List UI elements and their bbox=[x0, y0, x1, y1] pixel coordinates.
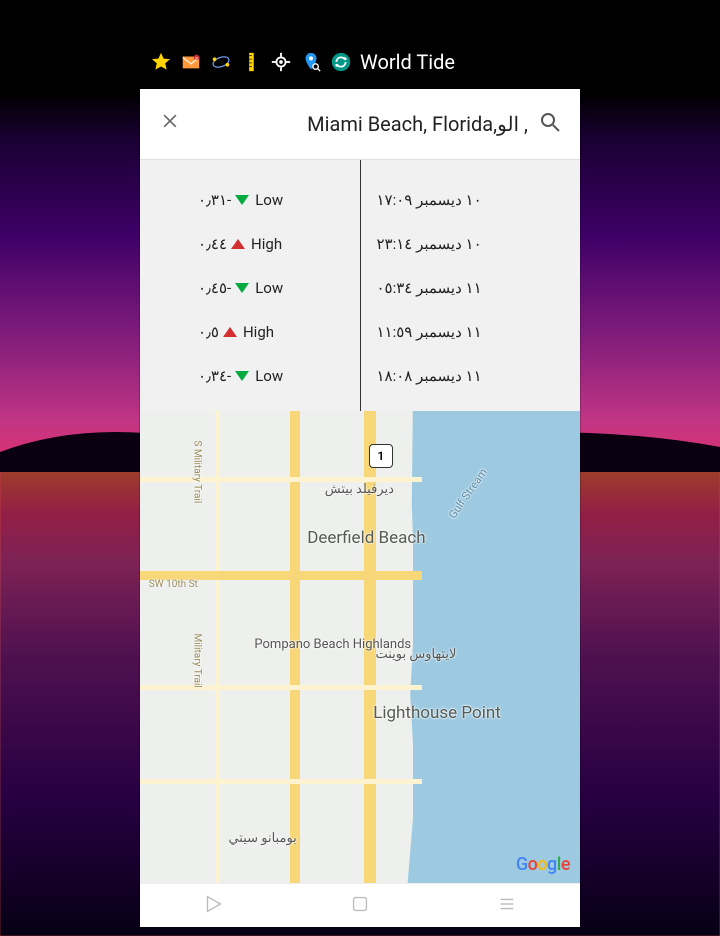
tide-row: ٠٫٤٤ High bbox=[140, 222, 360, 266]
route-shield: 1 bbox=[369, 444, 393, 468]
mail-icon[interactable]: @ bbox=[178, 49, 204, 75]
android-nav-bar bbox=[140, 883, 580, 927]
orbit-icon[interactable] bbox=[208, 49, 234, 75]
tide-label: Low bbox=[255, 191, 283, 209]
back-button[interactable] bbox=[202, 893, 224, 919]
tide-row: ٠٫٥ High bbox=[140, 310, 360, 354]
sync-icon[interactable] bbox=[328, 49, 354, 75]
tide-time: ١١ ديسمبر ١١:٥٩ bbox=[361, 310, 581, 354]
status-bar: @ World Tide bbox=[140, 35, 580, 89]
tide-times-column: ١٠ ديسمبر ١٧:٠٩ ١٠ ديسمبر ٢٣:١٤ ١١ ديسمب… bbox=[361, 160, 581, 411]
tide-value: ٠٫٣١- bbox=[198, 191, 231, 209]
tide-label: High bbox=[243, 323, 274, 341]
map-label: SW 10th St bbox=[149, 579, 198, 590]
triangle-down-icon bbox=[235, 371, 249, 381]
tide-time: ١٠ ديسمبر ٢٣:١٤ bbox=[361, 222, 581, 266]
close-icon[interactable] bbox=[154, 111, 186, 137]
triangle-up-icon bbox=[223, 327, 237, 337]
tide-values-column: ٠٫٣١- Low ٠٫٤٤ High ٠٫٤٥- Low ٠٫٥ High ٠… bbox=[140, 160, 361, 411]
home-button[interactable] bbox=[349, 893, 371, 919]
map-label: Lighthouse Point bbox=[373, 704, 463, 723]
map-label: S Military Trail bbox=[192, 440, 203, 503]
map-label: لايتهاوس بوينت bbox=[386, 647, 456, 663]
device-frame: @ World Tide , الو,Miami Beach, Florida bbox=[140, 35, 580, 927]
tide-time: ١٠ ديسمبر ١٧:٠٩ bbox=[361, 178, 581, 222]
tide-value: ٠٫٤٤ bbox=[198, 235, 227, 253]
star-icon[interactable] bbox=[148, 49, 174, 75]
tide-label: Low bbox=[255, 367, 283, 385]
gps-target-icon[interactable] bbox=[268, 49, 294, 75]
app-title: World Tide bbox=[360, 50, 455, 74]
tide-time: ١١ ديسمبر ٠٥:٣٤ bbox=[361, 266, 581, 310]
map-label: بومبانو سيتي bbox=[237, 831, 297, 847]
tide-value: ٠٫٣٤- bbox=[198, 367, 231, 385]
tide-table: ٠٫٣١- Low ٠٫٤٤ High ٠٫٤٥- Low ٠٫٥ High ٠… bbox=[140, 159, 580, 411]
map-label: Military Trail bbox=[192, 634, 203, 688]
search-bar: , الو,Miami Beach, Florida bbox=[140, 89, 580, 159]
tide-row: ٠٫٣٤- Low bbox=[140, 354, 360, 398]
recents-button[interactable] bbox=[496, 893, 518, 919]
google-attribution: Google bbox=[516, 854, 570, 875]
map-view[interactable]: 1 ديرفيلد بيتش Deerfield Beach Pompano B… bbox=[140, 411, 580, 883]
triangle-down-icon bbox=[235, 195, 249, 205]
tide-row: ٠٫٣١- Low bbox=[140, 178, 360, 222]
tide-label: High bbox=[251, 235, 282, 253]
location-input[interactable]: , الو,Miami Beach, Florida bbox=[192, 112, 528, 136]
map-label: ديرفيلد بيتش bbox=[325, 482, 394, 497]
tide-time: ١١ ديسمبر ١٨:٠٨ bbox=[361, 354, 581, 398]
location-search-icon[interactable] bbox=[298, 49, 324, 75]
map-label: Deerfield Beach bbox=[307, 529, 425, 548]
search-icon[interactable] bbox=[534, 110, 566, 138]
tide-label: Low bbox=[255, 279, 283, 297]
tide-row: ٠٫٤٥- Low bbox=[140, 266, 360, 310]
tide-value: ٠٫٥ bbox=[198, 323, 219, 341]
triangle-down-icon bbox=[235, 283, 249, 293]
triangle-up-icon bbox=[231, 239, 245, 249]
ruler-icon[interactable] bbox=[238, 49, 264, 75]
map-label: Pompano Beach Highlands bbox=[254, 638, 344, 653]
tide-value: ٠٫٤٥- bbox=[198, 279, 231, 297]
